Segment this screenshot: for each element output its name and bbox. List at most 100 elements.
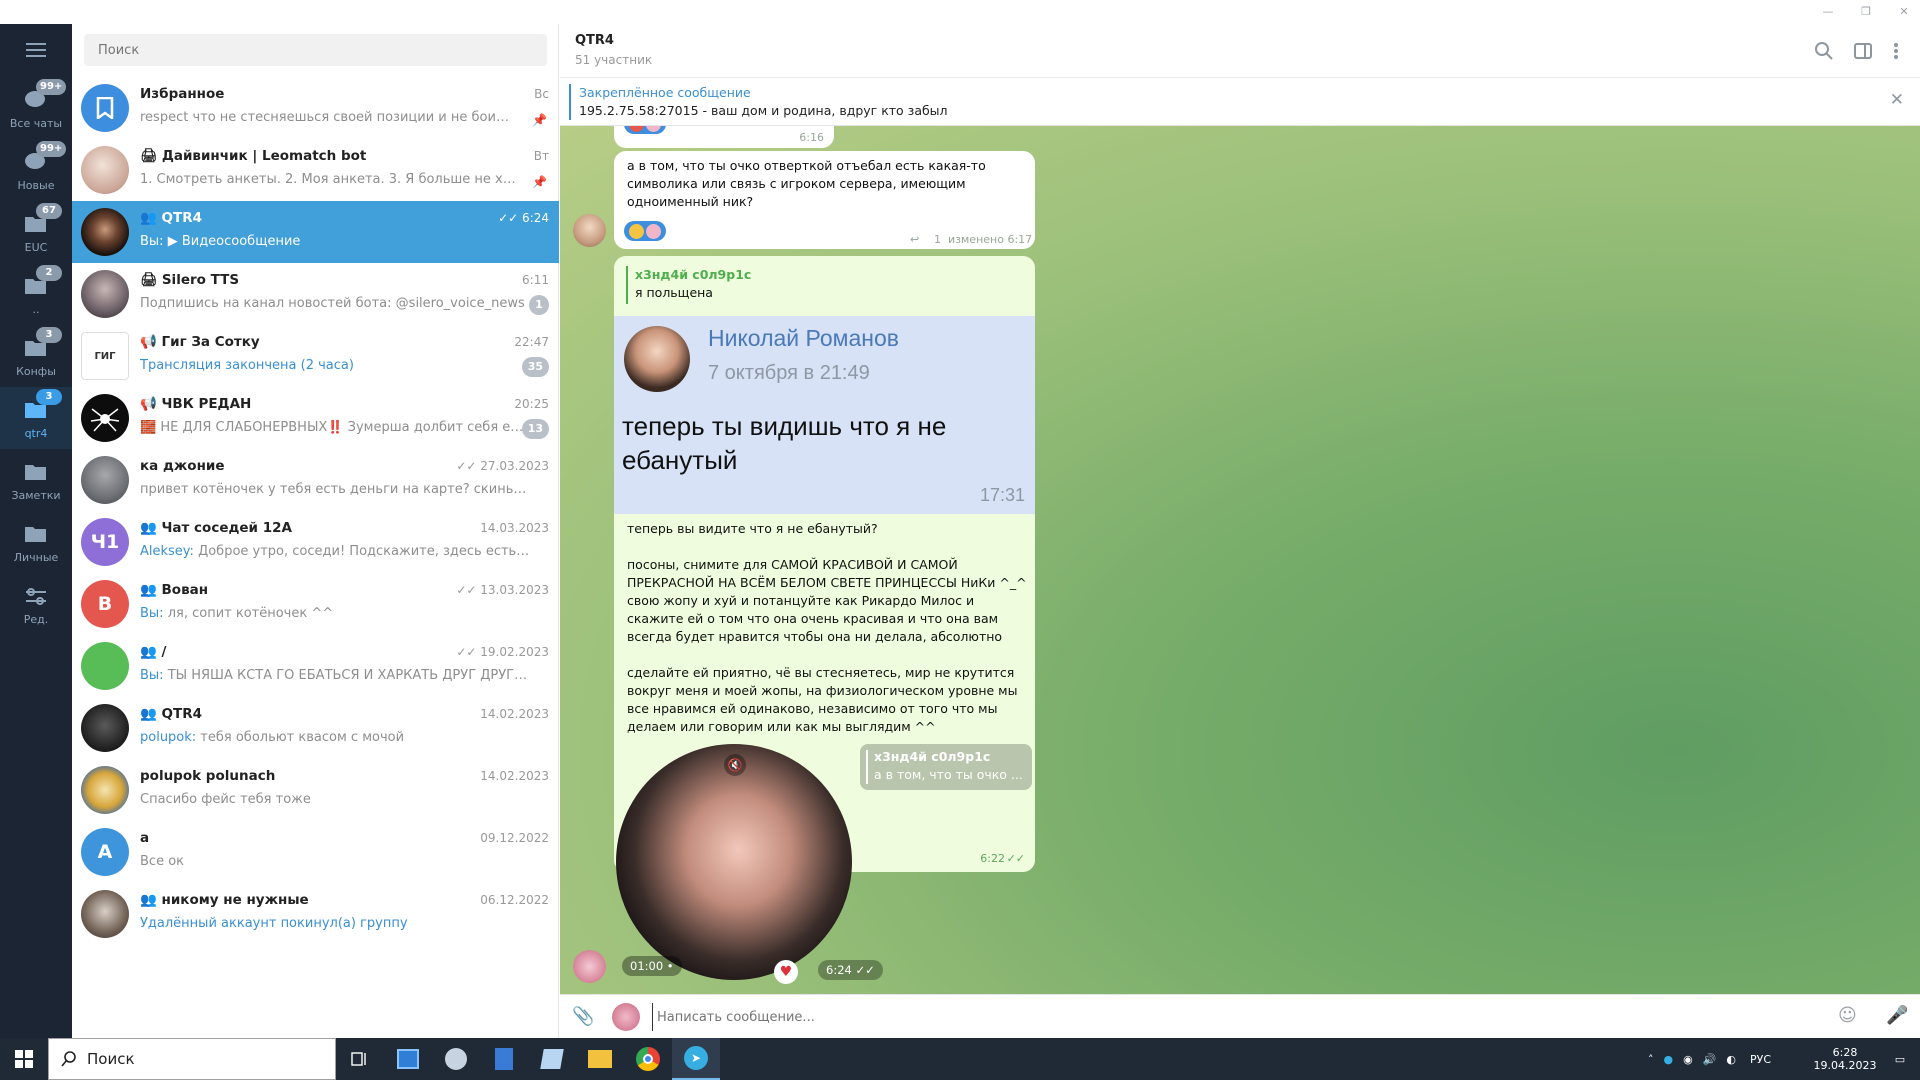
chat-header[interactable]: QTR4 51 участник [560, 24, 1920, 78]
chat-name: 🖨 Silero TTS [140, 272, 240, 288]
chat-preview: 🧱 НЕ ДЛЯ СЛАБОНЕРВНЫХ‼️ Зумерша долбит с… [140, 420, 530, 435]
avatar: А [81, 828, 129, 876]
chat-preview: привет котёночек у тебя есть деньги на к… [140, 482, 530, 497]
chat-item[interactable]: 🖨 Дайвинчик | Leomatch bot Вт 1. Смотрет… [72, 139, 559, 201]
chat-time: ✓✓ 19.02.2023 [456, 645, 549, 659]
notepad-icon[interactable] [528, 1038, 576, 1080]
chat-item[interactable]: В 👥 Вован ✓✓ 13.03.2023 Вы: ля, сопит ко… [72, 573, 559, 635]
chat-item[interactable]: Избранное Вс respect что не стесняешься … [72, 77, 559, 139]
chat-item[interactable]: А а 09.12.2022 Все ок [72, 821, 559, 883]
language-indicator[interactable]: РУС [1750, 1053, 1771, 1066]
emoji-icon[interactable]: ☺ [1838, 1005, 1857, 1026]
folder-personal[interactable]: Личные [0, 511, 72, 573]
message-text: теперь вы видите что я не ебанутый? посо… [627, 521, 1027, 734]
chat-time: Вс [534, 87, 549, 101]
chat-item[interactable]: ка джоние ✓✓ 27.03.2023 привет котёночек… [72, 449, 559, 511]
volume-icon[interactable]: 🔊 [1703, 1053, 1717, 1066]
chevron-up-icon[interactable]: ˄ [1648, 1053, 1654, 1066]
notifications-icon[interactable]: ▭ [1880, 1038, 1920, 1080]
start-button[interactable] [0, 1038, 48, 1080]
reactions[interactable] [624, 126, 666, 134]
avatar [81, 208, 129, 256]
photos-app-icon[interactable] [384, 1038, 432, 1080]
avatar: ГИГ [81, 332, 129, 380]
chat-time: 14.02.2023 [480, 769, 549, 783]
chat-name: 👥 Вован [140, 582, 209, 598]
discord-icon[interactable]: ◉ [1683, 1053, 1693, 1066]
chat-item[interactable]: 👥 никому не нужные 06.12.2022 Удалённый … [72, 883, 559, 945]
avatar [81, 456, 129, 504]
heart-reaction-icon[interactable]: ♥ [774, 960, 798, 984]
avatar[interactable] [573, 950, 606, 983]
chat-time: 09.12.2022 [480, 831, 549, 845]
menu-button[interactable] [0, 24, 72, 76]
chat-preview: Вы: ля, сопит котёночек ^^ [140, 606, 530, 621]
folder-edit[interactable]: Ред. [0, 573, 72, 635]
reply-quote[interactable]: х3нд4й с0л9р1с я польщена [626, 266, 1006, 304]
folder-konfy[interactable]: 3 Конфы [0, 325, 72, 387]
folder-new[interactable]: 99+ Новые [0, 139, 72, 201]
more-icon[interactable] [1884, 39, 1908, 63]
chat-time: 20:25 [514, 397, 549, 411]
taskbar-search[interactable]: Поиск [48, 1038, 336, 1080]
messages-area[interactable]: 6:16 а в том, что ты очко отверткой отъе… [560, 126, 1920, 994]
chrome-icon[interactable] [624, 1038, 672, 1080]
chat-item[interactable]: polupok polunach 14.02.2023 Спасибо фейс… [72, 759, 559, 821]
chat-item[interactable]: 📢 ЧВК РЕДАН 20:25 🧱 НЕ ДЛЯ СЛАБОНЕРВНЫХ‼… [72, 387, 559, 449]
video-duration: 01:00 • [622, 956, 682, 976]
forwarded-image[interactable]: Николай Романов 7 октября в 21:49 теперь… [614, 316, 1035, 514]
message-input[interactable] [652, 1003, 1752, 1031]
folder-notes[interactable]: Заметки [0, 449, 72, 511]
folder-euc[interactable]: 67 EUC [0, 201, 72, 263]
search-input[interactable] [84, 34, 547, 66]
attach-icon[interactable]: 📎 [572, 1006, 594, 1027]
chat-name: ка джоние [140, 458, 225, 474]
folder-dots[interactable]: 2 .. [0, 263, 72, 325]
reactions[interactable] [624, 221, 666, 241]
folder-qtr4[interactable]: 3 qtr4 [0, 387, 72, 449]
chat-item-active[interactable]: 👥 QTR4 ✓✓ 6:24 Вы: ▶ Видеосообщение [72, 201, 559, 263]
chat-time: ✓✓ 13.03.2023 [456, 583, 549, 597]
app-icon[interactable] [432, 1038, 480, 1080]
chat-name: 👥 / [140, 644, 167, 660]
mute-icon[interactable]: 🔇 [724, 754, 746, 776]
microphone-icon[interactable]: 🎤 [1886, 1005, 1908, 1026]
chat-item[interactable]: 🖨 Silero TTS 6:11 Подпишись на канал нов… [72, 263, 559, 325]
chat-item[interactable]: ГИГ 📢 Гиг За Сотку 22:47 Трансляция зако… [72, 325, 559, 387]
chat-name: polupok polunach [140, 768, 276, 784]
clock-time: 6:28 [1832, 1046, 1858, 1059]
sidebar-toggle-icon[interactable] [1851, 39, 1875, 63]
pinned-message[interactable]: Закреплённое сообщение 195.2.75.58:27015… [560, 78, 1920, 126]
tray-icons[interactable]: ˄ ● ◉ 🔊 ◐ РУС [1648, 1038, 1785, 1080]
calculator-icon[interactable] [480, 1038, 528, 1080]
clock[interactable]: 6:28 19.04.2023 [1810, 1038, 1880, 1080]
send-as-avatar[interactable] [612, 1003, 640, 1031]
folder-label: Все чаты [9, 116, 63, 130]
chat-item[interactable]: 👥 QTR4 14.02.2023 polupok: тебя обольют … [72, 697, 559, 759]
chat-title: QTR4 [575, 33, 614, 48]
close-icon[interactable]: ✕ [1890, 90, 1904, 110]
chat-item[interactable]: Ч1 👥 Чат соседей 12А 14.03.2023 Aleksey:… [72, 511, 559, 573]
pinned-title: Закреплённое сообщение [579, 85, 751, 100]
search-icon[interactable] [1812, 39, 1836, 63]
avatar[interactable] [573, 214, 606, 247]
steam-icon[interactable]: ◐ [1726, 1053, 1736, 1066]
message-time: изменено 6:17 [948, 233, 1033, 246]
chat-preview: polupok: тебя обольют квасом с мочой [140, 730, 530, 745]
folder-badge: 67 [36, 202, 62, 219]
chat-name: 👥 никому не нужные [140, 892, 309, 908]
folder-all-chats[interactable]: 99+ Все чаты [0, 77, 72, 139]
task-view-icon[interactable] [336, 1038, 384, 1080]
minimize-button[interactable]: — [1808, 2, 1848, 22]
folder-rail: 99+ Все чаты 99+ Новые 67 EUC 2 .. 3 Кон… [0, 24, 72, 1038]
telegram-icon[interactable]: ➤ [672, 1038, 720, 1080]
chat-time: 14.03.2023 [480, 521, 549, 535]
close-window-button[interactable]: ✕ [1884, 2, 1920, 22]
telegram-tray-icon[interactable]: ● [1664, 1053, 1674, 1066]
video-message[interactable]: 🔇 [616, 744, 852, 980]
reply-preview[interactable]: х3нд4й с0л9р1с а в том, что ты очко ... [860, 744, 1032, 790]
avatar [81, 642, 129, 690]
restore-button[interactable]: ❐ [1846, 2, 1886, 22]
chat-item[interactable]: 👥 / ✓✓ 19.02.2023 Вы: ТЫ НЯША КСТА ГО ЕБ… [72, 635, 559, 697]
file-explorer-icon[interactable] [576, 1038, 624, 1080]
